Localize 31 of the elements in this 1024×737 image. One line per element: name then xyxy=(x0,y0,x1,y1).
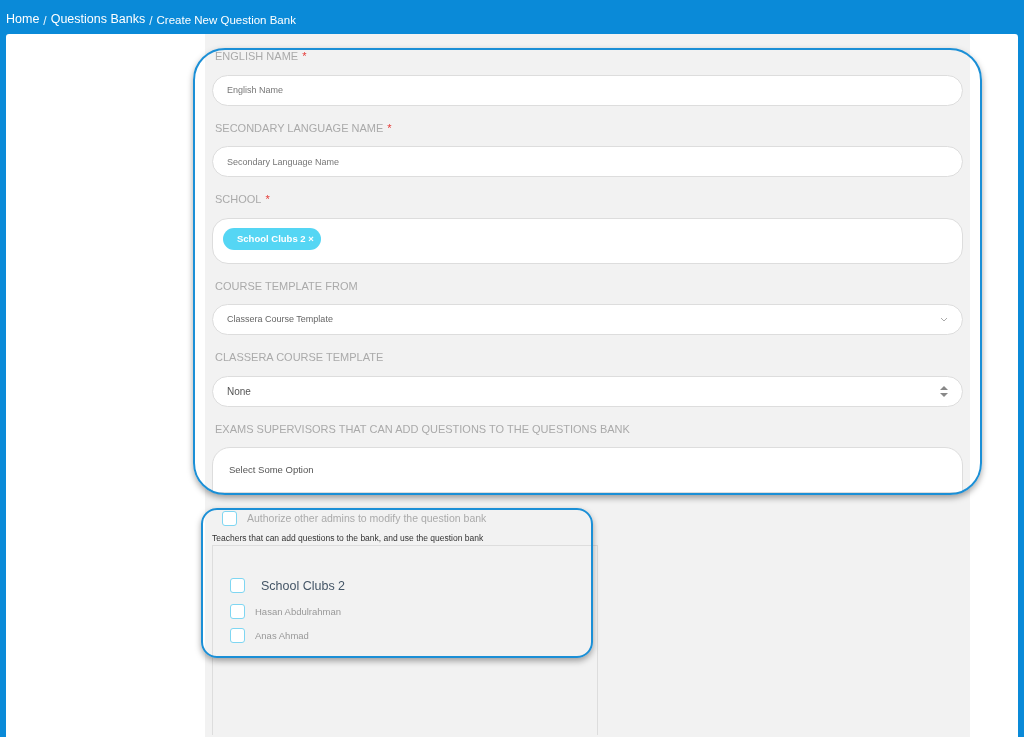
select-field[interactable]: None xyxy=(212,375,963,407)
breadcrumb-current: Create New Question Bank xyxy=(156,13,296,28)
group-label: School Clubs 2 xyxy=(261,577,346,595)
teacher-name: Hasan Abdulrahman xyxy=(255,604,342,619)
field-label: ENGLISH NAME xyxy=(215,50,299,62)
checkbox[interactable] xyxy=(230,604,245,620)
field-label: SECONDARY LANGUAGE NAME xyxy=(215,121,384,134)
school-tag: School Clubs 2 × xyxy=(223,227,321,250)
teacher-name: Anas Ahmad xyxy=(255,628,309,643)
updown-arrows-icon xyxy=(940,385,948,397)
field-label: SCHOOL xyxy=(215,193,262,205)
breadcrumb-separator: / xyxy=(149,13,153,30)
required-mark: * xyxy=(302,50,307,62)
checkbox[interactable] xyxy=(230,628,245,644)
required-mark: * xyxy=(387,121,392,134)
checkbox[interactable] xyxy=(222,511,237,527)
breadcrumb-link[interactable]: Questions Banks xyxy=(50,10,146,34)
field-label: CLASSERA COURSE TEMPLATE xyxy=(215,351,384,363)
chevron-down-icon xyxy=(940,317,948,322)
checkbox[interactable] xyxy=(230,578,245,594)
field-label: COURSE TEMPLATE FROM xyxy=(215,279,358,292)
field-label: EXAMS SUPERVISORS THAT CAN ADD QUESTIONS TO THE QUESTIONS BANK xyxy=(215,422,630,435)
checkbox-label: Authorize other admins to modify the question bank xyxy=(247,511,487,526)
breadcrumb-link[interactable]: Home xyxy=(6,10,40,34)
section-label: Teachers that can add questions to the bank, and use the question bank xyxy=(212,531,485,545)
required-mark: * xyxy=(265,193,270,205)
breadcrumb-separator: / xyxy=(43,13,47,30)
input-field[interactable]: Secondary Language Name xyxy=(212,146,963,177)
dropdown-field[interactable]: Classera Course Template xyxy=(212,304,963,335)
multiselect-field[interactable]: Select Some Option xyxy=(212,447,963,493)
input-field[interactable]: English Name xyxy=(212,74,963,106)
